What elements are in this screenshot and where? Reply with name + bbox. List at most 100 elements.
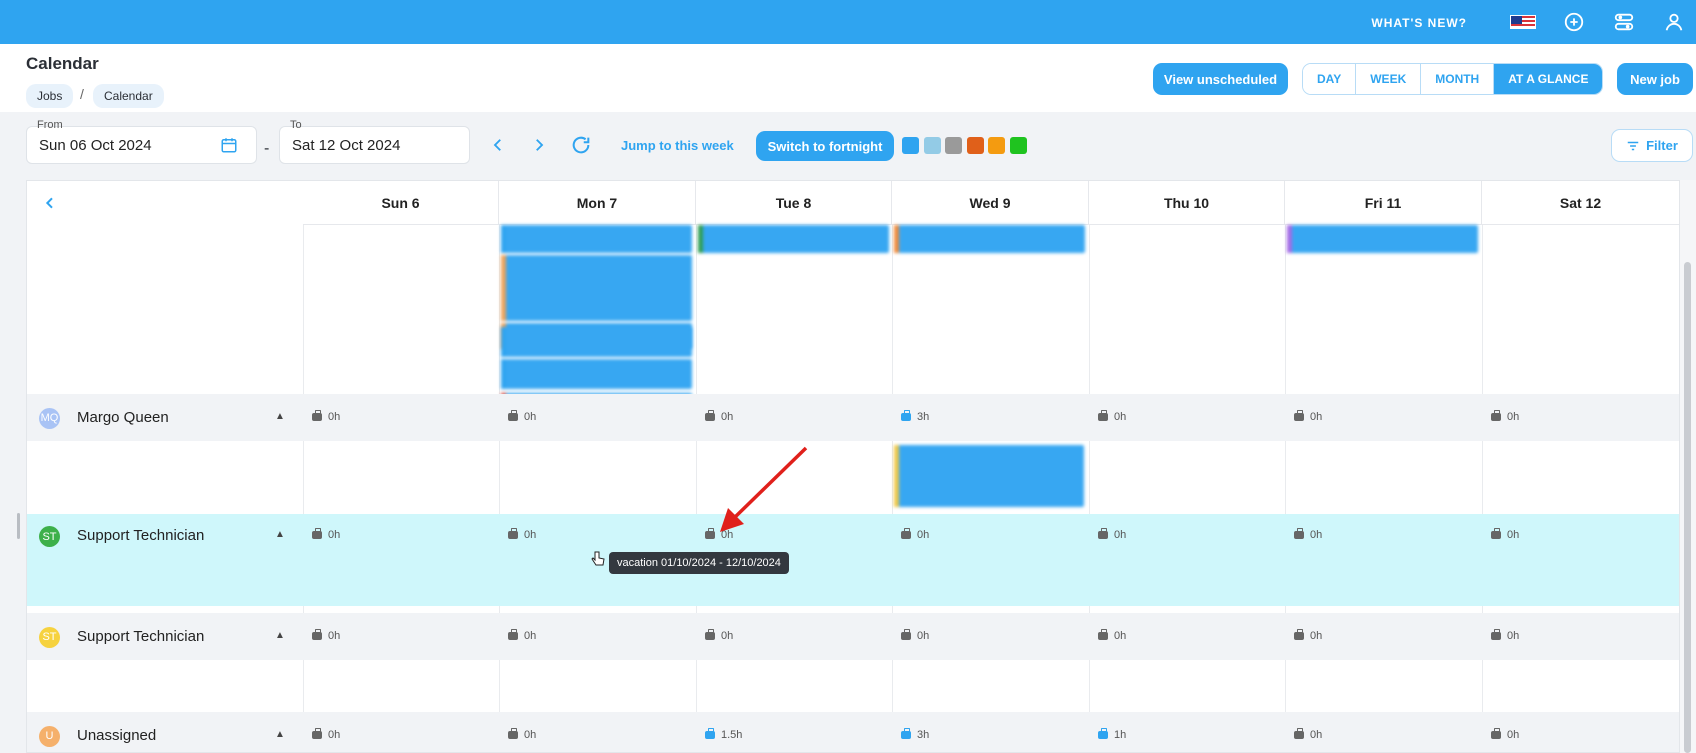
day-hours: 0h: [1491, 727, 1519, 741]
avatar: U: [39, 725, 60, 747]
briefcase-icon: [1491, 528, 1501, 539]
briefcase-icon: [705, 409, 715, 421]
vertical-scrollbar[interactable]: [1680, 180, 1696, 753]
vacation-tooltip: vacation 01/10/2024 - 12/10/2024: [609, 552, 789, 574]
collapse-caret-icon[interactable]: ▲: [275, 729, 285, 740]
chevron-left-icon[interactable]: [489, 136, 507, 154]
hours-value: 0h: [1507, 529, 1520, 541]
job-color-stripe: [894, 445, 899, 507]
color-swatch[interactable]: [966, 137, 984, 154]
job-color-stripe: [698, 225, 703, 253]
breadcrumb-calendar[interactable]: Calendar: [93, 84, 164, 108]
job-block[interactable]: [501, 225, 692, 253]
to-date-field[interactable]: To Sat 12 Oct 2024: [279, 119, 470, 164]
hours-value: 0h: [328, 529, 341, 541]
job-block[interactable]: [501, 327, 692, 357]
day-column-line: [303, 225, 304, 752]
resource-name[interactable]: Unassigned: [77, 727, 156, 744]
day-hours: 0h: [508, 727, 536, 741]
color-swatch[interactable]: [945, 137, 962, 154]
view-month-button[interactable]: MONTH: [1421, 64, 1495, 94]
settings-toggle-icon[interactable]: [1613, 11, 1635, 33]
resource-row: [27, 514, 1679, 606]
calendar-icon[interactable]: [220, 136, 238, 154]
scrollbar-thumb[interactable]: [1684, 262, 1691, 753]
refresh-icon[interactable]: [570, 134, 592, 156]
resource-name[interactable]: Support Technician: [77, 628, 204, 645]
job-color-stripe: [501, 255, 506, 321]
view-week-button[interactable]: WEEK: [1356, 64, 1422, 94]
day-hours: 0h: [508, 628, 537, 642]
resource-name[interactable]: Support Technician: [77, 527, 204, 544]
hours-value: 1h: [1114, 728, 1127, 741]
job-block[interactable]: [1287, 225, 1478, 253]
hours-value: 0h: [1114, 629, 1127, 642]
collapse-panel-chevron-icon[interactable]: [42, 195, 58, 211]
to-label: To: [290, 119, 302, 131]
new-job-button[interactable]: New job: [1617, 63, 1693, 95]
hours-value: 1.5h: [721, 728, 743, 741]
briefcase-icon: [312, 628, 322, 640]
from-date-field[interactable]: From Sun 06 Oct 2024: [26, 119, 257, 164]
date-range-dash: -: [264, 140, 270, 157]
resource-name[interactable]: Margo Queen: [77, 409, 169, 426]
hand-cursor-icon: [591, 551, 605, 566]
view-at-a-glance-button[interactable]: AT A GLANCE: [1494, 64, 1603, 94]
breadcrumb-separator: /: [80, 86, 84, 102]
hours-value: 0h: [524, 629, 537, 642]
calendar-grid: Sun 6 Mon 7 Tue 8 Wed 9 Thu 10 Fri 11 Sat 12 MQ…: [26, 180, 1680, 753]
briefcase-icon: [1294, 727, 1304, 739]
day-hours: 0h: [1098, 628, 1127, 642]
day-header: Sat 12: [1482, 181, 1679, 225]
add-circle-icon[interactable]: [1563, 11, 1585, 33]
red-arrow-annotation: [720, 446, 808, 532]
resize-handle[interactable]: [17, 513, 20, 539]
job-block[interactable]: [501, 255, 692, 321]
color-swatch[interactable]: [1009, 137, 1027, 154]
day-column-line: [696, 225, 697, 752]
day-header: Wed 9: [892, 181, 1089, 225]
day-hours: 0h: [1294, 628, 1322, 642]
day-hours: 0h: [901, 528, 930, 541]
day-header: Mon 7: [499, 181, 696, 225]
briefcase-icon: [508, 528, 518, 539]
hours-value: 0h: [524, 410, 537, 423]
briefcase-icon: [1098, 409, 1108, 421]
chevron-right-icon[interactable]: [530, 136, 548, 154]
briefcase-icon: [312, 528, 322, 539]
color-swatch[interactable]: [902, 137, 919, 154]
job-color-stripe: [501, 327, 506, 357]
user-profile-icon[interactable]: [1663, 11, 1685, 33]
job-block[interactable]: [894, 445, 1084, 507]
briefcase-icon: [901, 409, 911, 421]
color-swatch[interactable]: [988, 137, 1005, 154]
hours-value: 0h: [328, 728, 341, 741]
whats-new-link[interactable]: WHAT'S NEW?: [1371, 16, 1467, 30]
jump-to-this-week-link[interactable]: Jump to this week: [621, 138, 734, 153]
avatar: ST: [39, 626, 60, 648]
collapse-caret-icon[interactable]: ▲: [275, 411, 285, 422]
day-header: Thu 10: [1089, 181, 1285, 225]
view-unscheduled-button[interactable]: View unscheduled: [1153, 63, 1288, 95]
page-header: Calendar Jobs / Calendar View unschedule…: [0, 44, 1696, 112]
job-block[interactable]: [501, 359, 692, 389]
switch-to-fortnight-button[interactable]: Switch to fortnight: [756, 131, 894, 161]
color-swatch[interactable]: [923, 137, 941, 154]
job-block[interactable]: [894, 225, 1085, 253]
day-column-line: [1482, 225, 1483, 752]
job-block[interactable]: [698, 225, 889, 253]
briefcase-icon: [705, 628, 715, 640]
hours-value: 0h: [721, 629, 734, 642]
breadcrumb-jobs[interactable]: Jobs: [26, 84, 74, 108]
day-hours: 1.5h: [705, 727, 743, 741]
hours-value: 0h: [917, 529, 930, 541]
collapse-caret-icon[interactable]: ▲: [275, 529, 285, 540]
briefcase-icon: [312, 727, 322, 739]
day-hours: 0h: [508, 409, 537, 423]
collapse-caret-icon[interactable]: ▲: [275, 630, 285, 641]
to-value: Sat 12 Oct 2024: [292, 137, 401, 154]
filter-button[interactable]: Filter: [1611, 129, 1693, 162]
view-day-button[interactable]: DAY: [1303, 64, 1357, 94]
day-hours: 0h: [1294, 409, 1322, 423]
us-flag-icon[interactable]: [1510, 15, 1536, 29]
